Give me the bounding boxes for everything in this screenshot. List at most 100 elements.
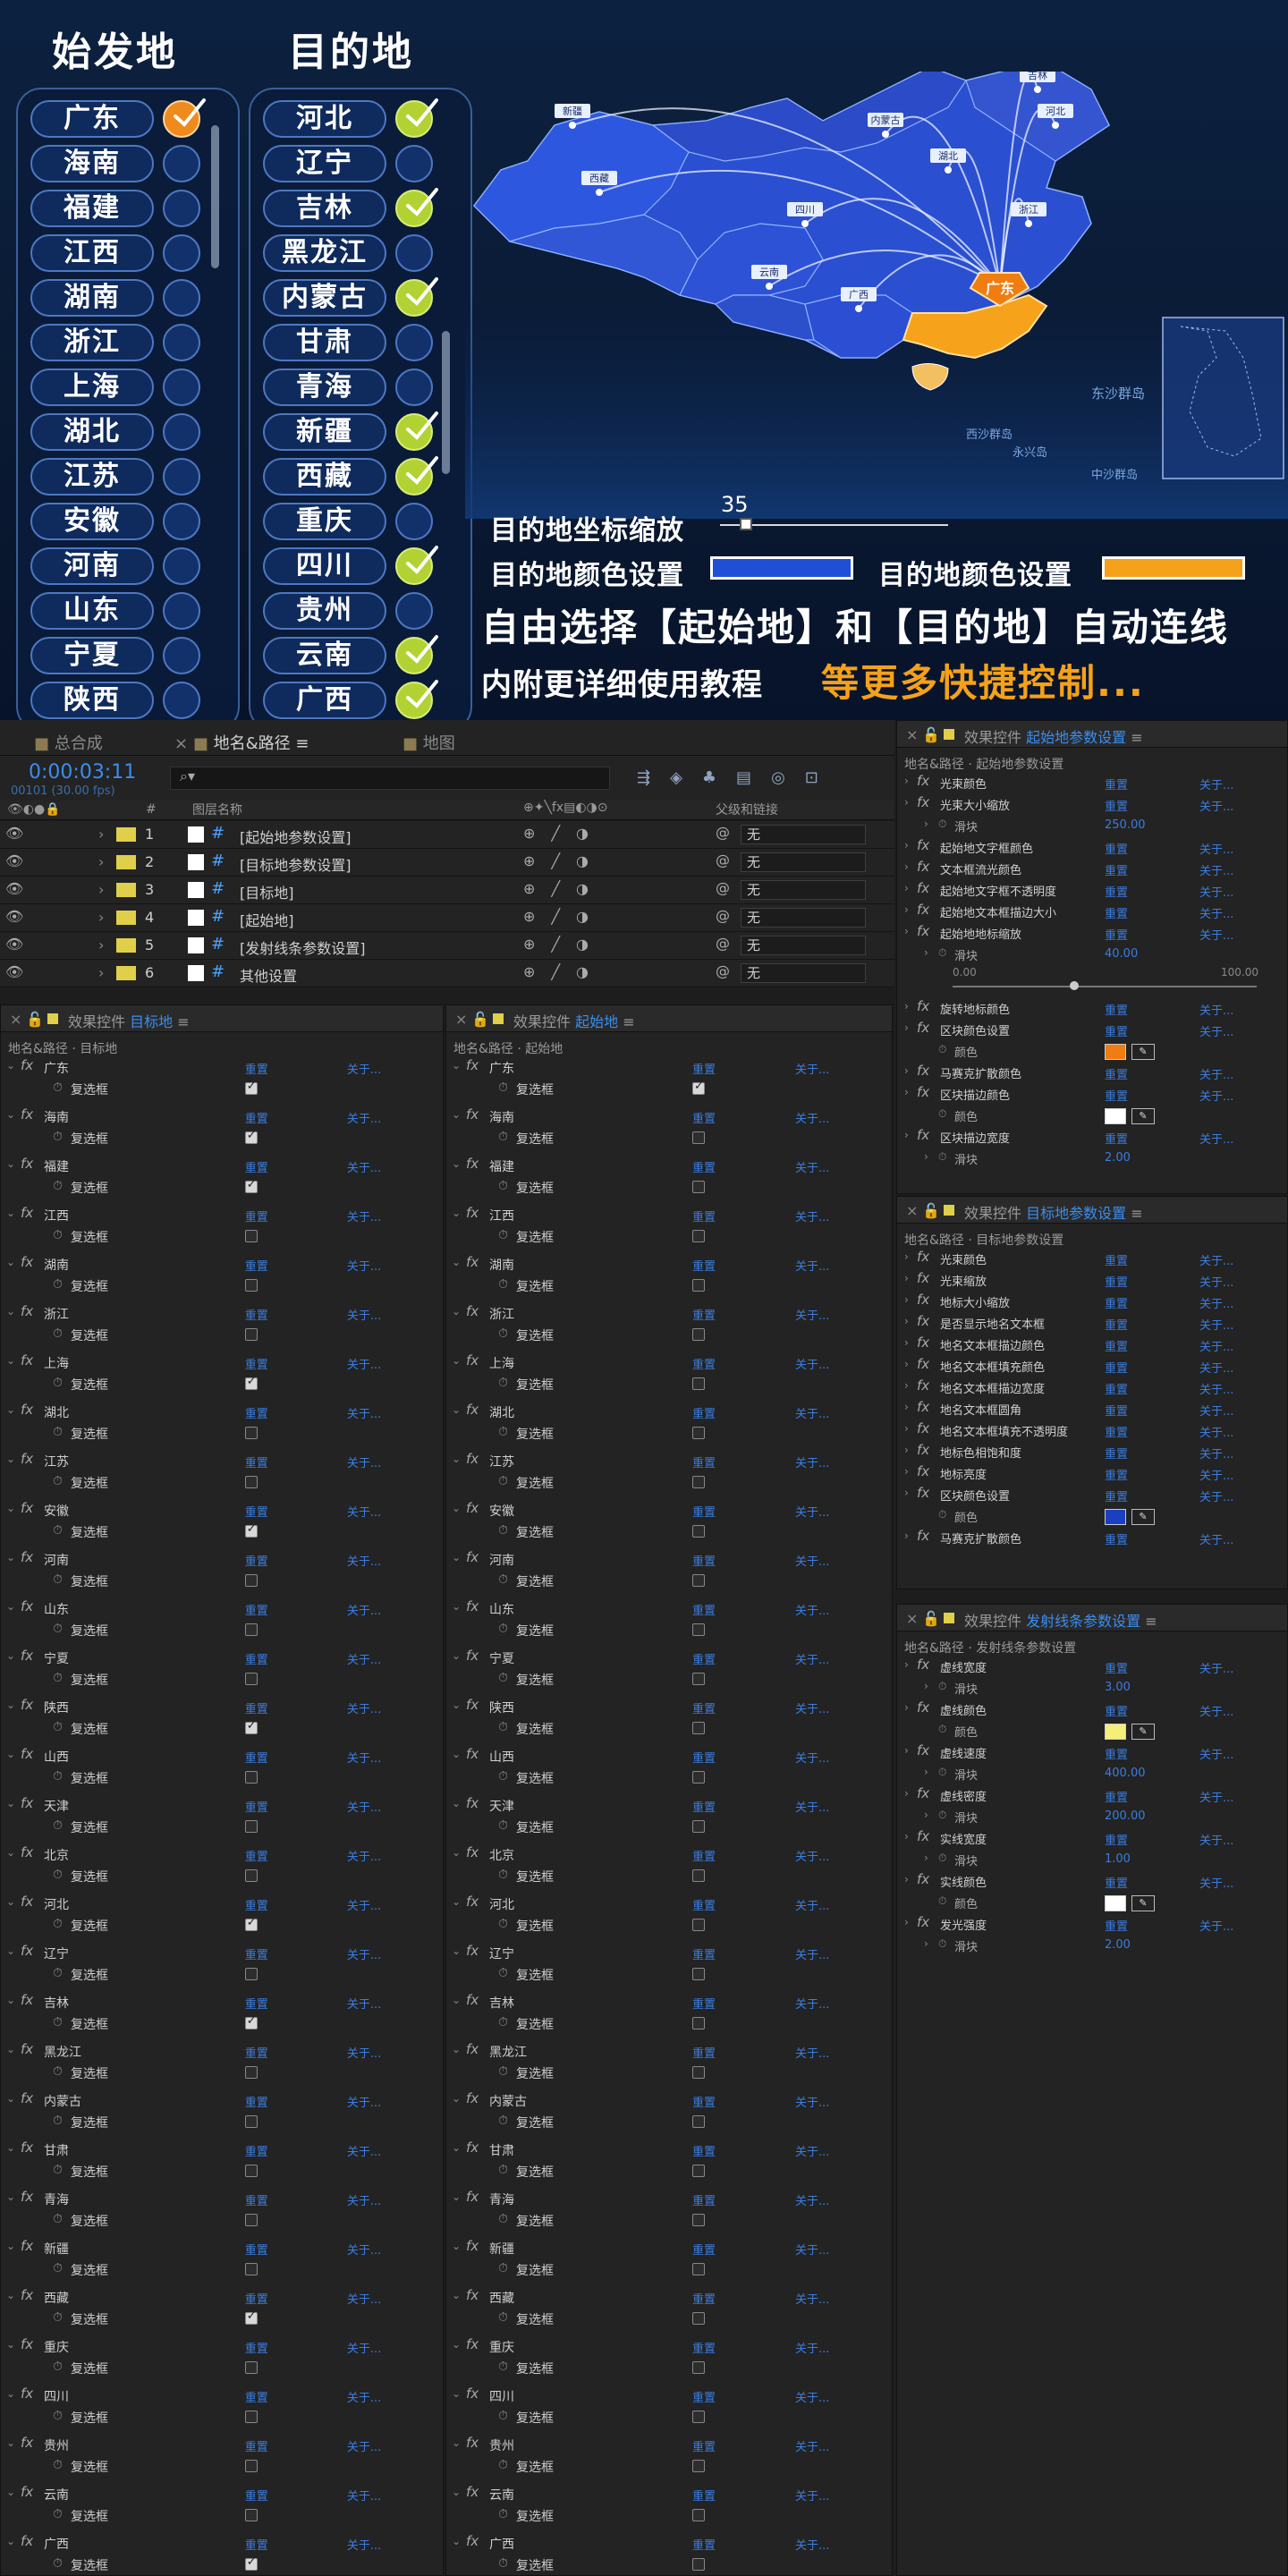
- effect-item[interactable]: › fx 马赛克扩散颜色 重置 关于...: [897, 1063, 1287, 1084]
- twirl-icon[interactable]: ⌄: [452, 2387, 461, 2400]
- fx-icon[interactable]: fx: [917, 1442, 929, 1458]
- stopwatch-icon[interactable]: ⏱: [938, 946, 946, 960]
- effect-item[interactable]: ⌄ fx 浙江 重置 关于...: [1, 1303, 443, 1325]
- origin-item[interactable]: 上海: [27, 369, 222, 406]
- about-button[interactable]: 关于...: [1199, 1359, 1233, 1376]
- about-button[interactable]: 关于...: [1199, 1423, 1233, 1440]
- label-color[interactable]: [116, 938, 136, 953]
- about-button[interactable]: 关于...: [347, 2241, 381, 2258]
- reset-button[interactable]: 重置: [245, 1847, 268, 1864]
- layer-name[interactable]: [发射线条参数设置]: [240, 936, 366, 958]
- stopwatch-icon[interactable]: ⏱: [53, 1818, 63, 1833]
- about-button[interactable]: 关于...: [347, 1453, 381, 1470]
- fx-icon[interactable]: fx: [21, 1205, 33, 1221]
- reset-button[interactable]: 重置: [692, 2388, 716, 2405]
- twirl-icon[interactable]: ›: [904, 1787, 909, 1800]
- reset-button[interactable]: 重置: [692, 1798, 716, 1815]
- twirl-icon[interactable]: ⌄: [6, 2338, 15, 2351]
- expand-icon[interactable]: ›: [98, 853, 104, 870]
- reset-button[interactable]: 重置: [692, 1749, 716, 1766]
- color-swatch[interactable]: [1105, 1509, 1126, 1525]
- eyedropper-icon[interactable]: ✎: [1131, 1108, 1155, 1124]
- about-button[interactable]: 关于...: [795, 1060, 829, 1077]
- parent-dropdown[interactable]: 无: [741, 825, 866, 844]
- effect-item[interactable]: ⌄ fx 陕西 重置 关于...: [1, 1697, 443, 1718]
- property-value[interactable]: 400.00: [1105, 1767, 1146, 1780]
- expand-icon[interactable]: ›: [98, 909, 104, 926]
- reset-button[interactable]: 重置: [245, 2487, 268, 2504]
- reset-button[interactable]: 重置: [1105, 1022, 1128, 1039]
- checkbox[interactable]: [244, 1968, 258, 1980]
- twirl-icon[interactable]: ›: [904, 1744, 909, 1757]
- twirl-icon[interactable]: ⌄: [6, 1207, 15, 1219]
- stopwatch-icon[interactable]: ⏱: [498, 1474, 508, 1488]
- layer-name[interactable]: 其他设置: [240, 964, 297, 986]
- effect-item[interactable]: ⌄ fx 辽宁 重置 关于...: [446, 1943, 892, 1964]
- about-button[interactable]: 关于...: [1199, 1917, 1233, 1934]
- stopwatch-icon[interactable]: ⏱: [498, 1917, 508, 1931]
- reset-button[interactable]: 重置: [1105, 1831, 1128, 1848]
- effect-item[interactable]: ⌄ fx 青海 重置 关于...: [1, 2189, 443, 2210]
- destination-toggle[interactable]: [395, 547, 433, 585]
- layer-row[interactable]: 👁 › 1 # [起始地参数设置] ⊕╱◑ @ 无: [0, 821, 894, 849]
- stopwatch-icon[interactable]: ⏱: [498, 1277, 508, 1292]
- checkbox[interactable]: [692, 1722, 705, 1734]
- about-button[interactable]: 关于...: [347, 1749, 381, 1766]
- twirl-icon[interactable]: ›: [904, 1021, 909, 1034]
- parent-pick-whip-icon[interactable]: @: [716, 907, 730, 924]
- reset-button[interactable]: 重置: [245, 1601, 268, 1618]
- fx-icon[interactable]: fx: [21, 2533, 33, 2549]
- twirl-icon[interactable]: ›: [924, 1937, 928, 1950]
- effect-item[interactable]: ⌄ fx 江苏 重置 关于...: [1, 1451, 443, 1472]
- about-button[interactable]: 关于...: [347, 1601, 381, 1618]
- checkbox[interactable]: [244, 1673, 258, 1685]
- twirl-icon[interactable]: ›: [924, 1766, 928, 1778]
- about-button[interactable]: 关于...: [347, 2093, 381, 2110]
- checkbox[interactable]: [244, 1869, 258, 1882]
- effect-item[interactable]: ⌄ fx 重庆 重置 关于...: [1, 2336, 443, 2358]
- stopwatch-icon[interactable]: ⏱: [498, 2458, 508, 2472]
- origin-item[interactable]: 宁夏: [27, 637, 222, 674]
- origin-item[interactable]: 山东: [27, 592, 222, 630]
- reset-button[interactable]: 重置: [245, 1355, 268, 1372]
- reset-button[interactable]: 重置: [245, 1798, 268, 1815]
- twirl-icon[interactable]: ⌄: [452, 2043, 461, 2055]
- twirl-icon[interactable]: ›: [904, 1701, 909, 1714]
- checkbox[interactable]: [692, 1869, 705, 1882]
- fx-icon[interactable]: fx: [21, 1057, 33, 1073]
- reset-button[interactable]: 重置: [692, 1306, 716, 1323]
- checkbox[interactable]: [692, 1476, 705, 1488]
- effect-item[interactable]: › fx 地名文本框填充不透明度 重置 关于...: [897, 1420, 1287, 1442]
- fx-icon[interactable]: fx: [917, 998, 929, 1014]
- twirl-icon[interactable]: ⌄: [6, 1502, 15, 1514]
- reset-button[interactable]: 重置: [245, 1503, 268, 1520]
- reset-button[interactable]: 重置: [245, 2093, 268, 2110]
- reset-button[interactable]: 重置: [692, 1060, 716, 1077]
- twirl-icon[interactable]: ⌄: [452, 1945, 461, 1957]
- destination-item[interactable]: 云南: [259, 635, 454, 674]
- fx-icon[interactable]: fx: [917, 773, 929, 789]
- about-button[interactable]: 关于...: [1199, 1130, 1233, 1147]
- about-button[interactable]: 关于...: [795, 1650, 829, 1667]
- effect-item[interactable]: ⌄ fx 宁夏 重置 关于...: [1, 1648, 443, 1669]
- effect-item[interactable]: › fx 区块颜色设置 重置 关于...: [897, 1020, 1287, 1041]
- fx-icon[interactable]: fx: [917, 1785, 929, 1801]
- close-icon[interactable]: ×: [906, 1610, 918, 1627]
- about-button[interactable]: 关于...: [795, 1995, 829, 2012]
- effect-item[interactable]: › fx 实线宽度 重置 关于...: [897, 1828, 1287, 1850]
- about-button[interactable]: 关于...: [795, 1257, 829, 1274]
- effect-item[interactable]: ⌄ fx 宁夏 重置 关于...: [446, 1648, 892, 1669]
- destination-toggle[interactable]: [395, 413, 433, 451]
- fx-icon[interactable]: fx: [466, 2238, 479, 2254]
- destination-toggle[interactable]: [395, 503, 433, 540]
- about-button[interactable]: 关于...: [795, 1749, 829, 1766]
- reset-button[interactable]: 重置: [245, 1552, 268, 1569]
- fx-icon[interactable]: fx: [466, 1106, 479, 1123]
- fx-icon[interactable]: fx: [466, 1352, 479, 1368]
- about-button[interactable]: 关于...: [1199, 861, 1233, 878]
- about-button[interactable]: 关于...: [347, 2437, 381, 2454]
- effect-item[interactable]: › fx 地标大小缩放 重置 关于...: [897, 1292, 1287, 1313]
- about-button[interactable]: 关于...: [347, 1404, 381, 1421]
- effect-item[interactable]: ⌄ fx 江苏 重置 关于...: [446, 1451, 892, 1472]
- stopwatch-icon[interactable]: ⏱: [498, 1523, 508, 1538]
